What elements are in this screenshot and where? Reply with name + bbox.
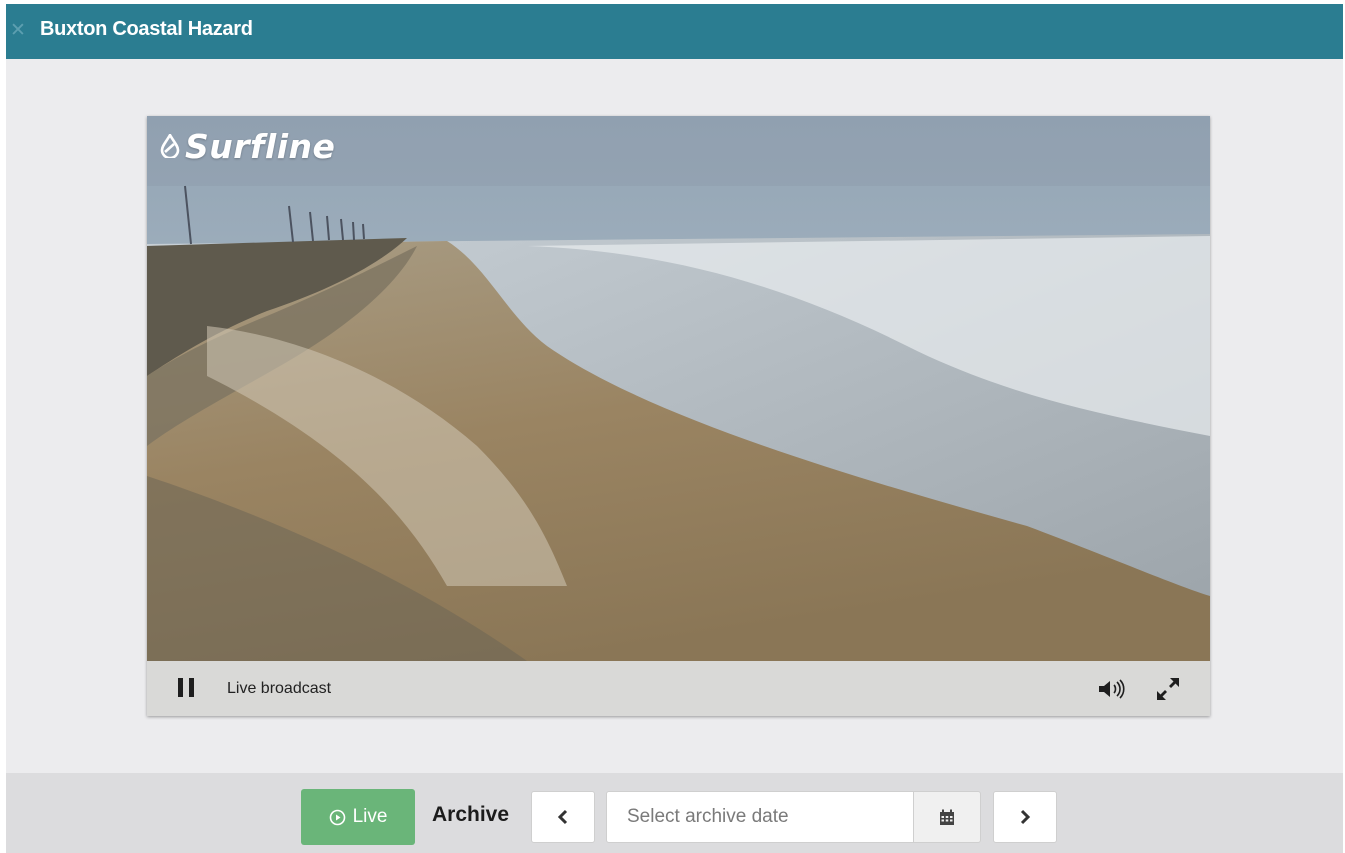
player-controls: Live broadcast bbox=[147, 661, 1210, 716]
volume-icon[interactable] bbox=[1097, 678, 1129, 700]
modal-title: Buxton Coastal Hazard bbox=[40, 18, 253, 40]
archive-toolbar: Live Archive bbox=[6, 773, 1343, 853]
chevron-left-icon bbox=[557, 809, 568, 825]
camera-modal: ✕ Buxton Coastal Hazard Surfline Live br… bbox=[6, 4, 1343, 853]
archive-date-input[interactable] bbox=[606, 791, 915, 843]
modal-header: ✕ Buxton Coastal Hazard bbox=[6, 4, 1343, 59]
chevron-right-icon bbox=[1020, 809, 1031, 825]
play-circle-icon bbox=[329, 809, 345, 825]
video-frame bbox=[147, 116, 1210, 661]
calendar-icon bbox=[940, 809, 954, 825]
logo-text: Surfline bbox=[185, 126, 336, 166]
drop-logo-icon bbox=[160, 134, 180, 158]
calendar-button[interactable] bbox=[913, 791, 981, 843]
pause-icon[interactable] bbox=[178, 678, 194, 698]
next-date-button[interactable] bbox=[993, 791, 1057, 843]
close-icon[interactable]: ✕ bbox=[10, 18, 28, 42]
surfline-logo: Surfline bbox=[159, 126, 335, 166]
fullscreen-icon[interactable] bbox=[1155, 676, 1181, 702]
archive-label: Archive bbox=[432, 803, 510, 826]
live-button[interactable]: Live bbox=[301, 789, 415, 845]
live-status: Live broadcast bbox=[227, 680, 332, 697]
previous-date-button[interactable] bbox=[531, 791, 595, 843]
video-player[interactable]: Surfline Live broadcast bbox=[147, 116, 1210, 716]
live-button-label: Live bbox=[352, 806, 388, 827]
